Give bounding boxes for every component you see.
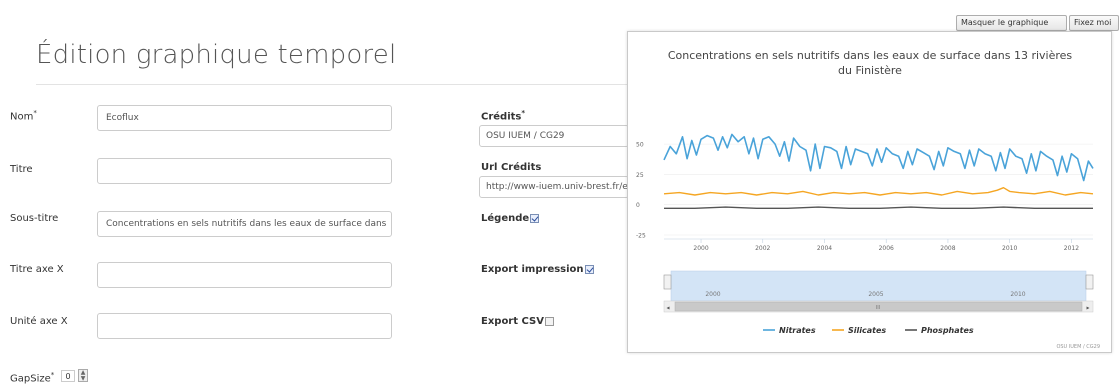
pin-button[interactable]: Fixez moi [1069, 15, 1119, 31]
x-tick-label: 2008 [940, 245, 955, 252]
x-tick-label: 2002 [755, 245, 770, 252]
chevron-down-icon[interactable]: ▼ [81, 375, 86, 382]
navigator-handle-right[interactable] [1085, 274, 1094, 290]
gapsize-stepper[interactable]: ▲ ▼ [78, 369, 88, 382]
field-label-url-credits: Url Crédits [481, 162, 542, 173]
sous-titre-input[interactable]: Concentrations en sels nutritifs dans le… [97, 211, 392, 237]
x-tick-label: 2000 [693, 245, 708, 252]
field-label-credits: Crédits* [481, 109, 526, 123]
export-csv-checkbox[interactable] [544, 316, 554, 326]
scroll-left-arrow-icon[interactable]: ◂ [666, 305, 669, 312]
series-line-silicates[interactable] [663, 186, 1094, 196]
field-label-titre: Titre [10, 164, 33, 175]
navigator-label: 2005 [868, 291, 883, 298]
gapsize-input[interactable]: 0 [61, 370, 75, 382]
titre-input[interactable] [97, 158, 392, 184]
chart-title-line-2: du Finistère [838, 64, 902, 77]
titre-axe-x-input[interactable] [97, 262, 392, 288]
x-tick-label: 2012 [1064, 245, 1079, 252]
credits-input[interactable]: OSU IUEM / CG29 [479, 125, 629, 147]
field-label-sous-titre: Sous-titre [10, 213, 59, 224]
y-tick-label: 25 [636, 172, 644, 179]
y-tick-label: 50 [636, 142, 644, 149]
x-tick-label: 2010 [1002, 245, 1017, 252]
field-label-gapsize: GapSize* [10, 371, 55, 385]
chart-title-line-1: Concentrations en sels nutritifs dans le… [668, 49, 1073, 62]
y-tick-label: 0 [636, 202, 640, 209]
page-title: Édition graphique temporel [36, 40, 397, 70]
legend-item-nitrates[interactable]: Nitrates [779, 326, 816, 335]
x-tick-label: 2004 [817, 245, 832, 252]
scroll-right-arrow-icon[interactable]: ▸ [1086, 305, 1089, 312]
export-print-option: Export impression [481, 264, 594, 275]
hide-chart-button[interactable]: Masquer le graphique [956, 15, 1067, 31]
legend-item-silicates[interactable]: Silicates [848, 326, 886, 335]
navigator-scroll-grip[interactable]: III [876, 305, 880, 311]
legend-option: Légende [481, 213, 540, 224]
y-tick-label: -25 [636, 233, 646, 240]
chart-credits[interactable]: OSU IUEM / CG29 [1056, 344, 1100, 350]
series-line-nitrates[interactable] [663, 133, 1094, 182]
navigator-handle-left[interactable] [663, 274, 672, 290]
legend-item-phosphates[interactable]: Phosphates [921, 326, 974, 335]
field-label-unite-axe-x: Unité axe X [10, 316, 68, 327]
x-tick-label: 2006 [879, 245, 894, 252]
chart-svg: Concentrations en sels nutritifs dans le… [636, 49, 1100, 350]
unite-axe-x-input[interactable] [97, 313, 392, 339]
legend-checkbox[interactable] [530, 213, 540, 223]
navigator-label: 2000 [705, 291, 720, 298]
title-divider [36, 84, 636, 85]
series-line-phosphates[interactable] [664, 206, 1093, 210]
export-csv-option: Export CSV [481, 316, 554, 327]
export-print-checkbox[interactable] [584, 264, 594, 274]
url-credits-input[interactable]: http://www-iuem.univ-brest.fr/ec [479, 176, 629, 198]
field-label-nom: Nom* [10, 109, 37, 123]
navigator[interactable]: 2000 2005 2010 ◂ ▸ III [663, 270, 1094, 313]
nom-input[interactable]: Ecoflux [97, 105, 392, 131]
chart-panel: Concentrations en sels nutritifs dans le… [627, 31, 1112, 353]
navigator-label: 2010 [1010, 291, 1025, 298]
field-label-titre-axe-x: Titre axe X [10, 264, 64, 275]
